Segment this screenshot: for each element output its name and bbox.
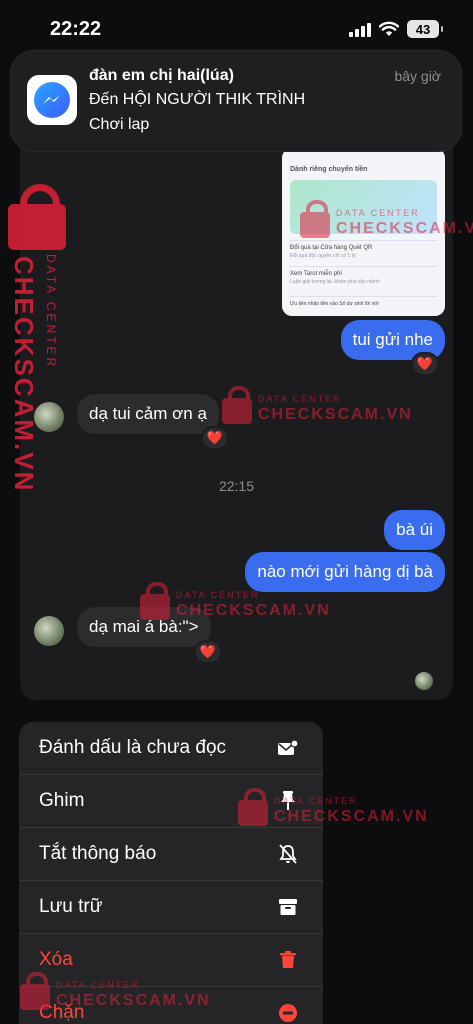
message-bubble-outgoing[interactable]: nào mới gửi hàng dị bà [245, 552, 445, 592]
menu-item-archive[interactable]: Lưu trữ [19, 881, 323, 934]
heart-reaction-icon[interactable]: ❤️ [411, 352, 439, 376]
mute-bell-icon [277, 843, 299, 865]
notification-banner[interactable]: đàn em chị hai(lúa) bây giờ Đến HỘI NGƯỜ… [10, 50, 462, 152]
image-title: Dành riêng chuyển tiền [290, 166, 368, 173]
messenger-icon [27, 75, 77, 125]
pin-icon [277, 790, 299, 812]
notification-time: bây giờ [394, 68, 441, 84]
image-banner [290, 180, 437, 234]
chat-preview[interactable]: Dành riêng chuyển tiền Đổi quà tại Cửa h… [20, 130, 453, 700]
menu-item-pin[interactable]: Ghim [19, 775, 323, 828]
archive-icon [277, 896, 299, 918]
mark-unread-icon [277, 737, 299, 759]
cellular-signal-icon [349, 21, 371, 37]
block-icon [277, 1002, 299, 1024]
battery-icon: 43 [407, 20, 443, 38]
lock-icon [8, 184, 66, 250]
heart-reaction-icon[interactable]: ❤️ [194, 640, 222, 664]
avatar[interactable] [34, 616, 64, 646]
image-row: Xem Tarot miễn phí Luận giải tương lai, … [290, 266, 437, 285]
read-receipt-avatar [415, 672, 433, 690]
message-bubble-incoming[interactable]: dạ tui cảm ơn ạ [77, 394, 219, 434]
context-menu: Đánh dấu là chưa đọc Ghim Tắt thông báo [19, 722, 323, 1024]
message-bubble-outgoing[interactable]: bà úi [384, 510, 445, 550]
menu-item-mute[interactable]: Tắt thông báo [19, 828, 323, 881]
wifi-icon [379, 21, 399, 36]
status-icons: 43 [349, 20, 443, 38]
menu-item-mark-unread[interactable]: Đánh dấu là chưa đọc [19, 722, 323, 775]
shared-image[interactable]: Dành riêng chuyển tiền Đổi quà tại Cửa h… [282, 148, 445, 316]
image-footer: Ưu tiên nhận tiền vào Số dư sinh lời với [290, 296, 437, 307]
message-bubble-incoming[interactable]: dạ mai á bà:"> [77, 607, 211, 647]
notification-body: Chơi lap [89, 116, 150, 133]
chat-timestamp: 22:15 [218, 478, 255, 494]
status-time: 22:22 [50, 18, 102, 40]
notification-sender: đàn em chị hai(lúa) [89, 67, 234, 84]
menu-item-delete[interactable]: Xóa [19, 934, 323, 987]
image-row: Đổi quà tại Cửa hàng Quét QR Đổi quà độc… [290, 240, 437, 259]
notification-group: Đến HỘI NGƯỜI THIK TRÌNH [89, 91, 306, 108]
trash-icon [277, 949, 299, 971]
heart-reaction-icon[interactable]: ❤️ [201, 426, 229, 450]
menu-item-block[interactable]: Chặn [19, 987, 323, 1024]
